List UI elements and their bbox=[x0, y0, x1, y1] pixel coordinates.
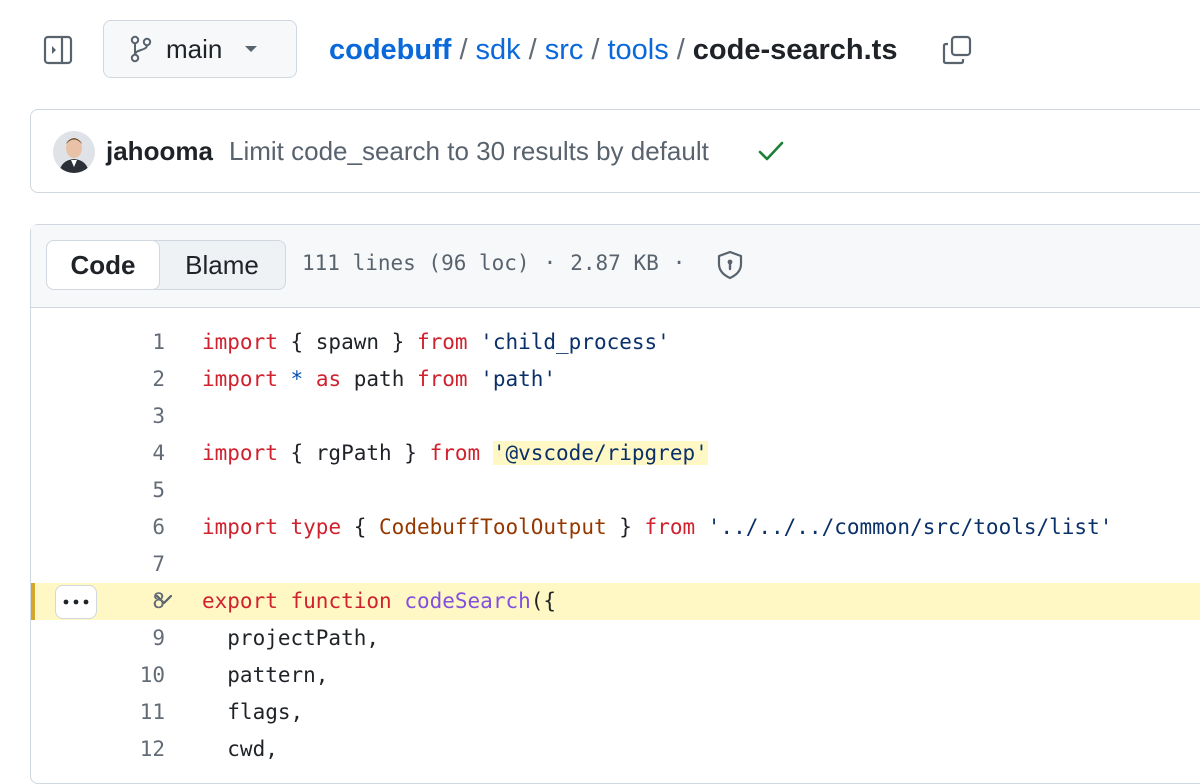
copy-icon bbox=[942, 35, 972, 65]
branch-selector-button[interactable]: main bbox=[103, 20, 297, 78]
code-line: 12 cwd, bbox=[31, 731, 1200, 768]
file-meta: 111 lines (96 loc) · 2.87 KB · bbox=[302, 251, 699, 275]
copy-path-button[interactable] bbox=[940, 33, 974, 67]
code-text: import type { CodebuffToolOutput } from … bbox=[202, 515, 1113, 539]
line-number[interactable]: 1 bbox=[91, 324, 165, 361]
code-line: 10 pattern, bbox=[31, 657, 1200, 694]
code-text: pattern, bbox=[202, 663, 329, 687]
meta-separator: · bbox=[543, 251, 557, 275]
kebab-horizontal-icon bbox=[63, 599, 89, 605]
branch-name: main bbox=[166, 33, 223, 64]
line-number[interactable]: 9 bbox=[91, 620, 165, 657]
line-number[interactable]: 8 bbox=[91, 583, 165, 620]
code-text: import { spawn } from 'child_process' bbox=[202, 330, 670, 354]
code-line: 3 bbox=[31, 398, 1200, 435]
sidebar-expand-icon bbox=[43, 35, 73, 65]
tab-blame[interactable]: Blame bbox=[159, 241, 285, 289]
code-text: flags, bbox=[202, 700, 304, 724]
sidebar-toggle-button[interactable] bbox=[40, 32, 76, 68]
code-text: projectPath, bbox=[202, 626, 380, 650]
breadcrumb-dir-sdk[interactable]: sdk bbox=[476, 34, 521, 67]
line-number[interactable]: 10 bbox=[91, 657, 165, 694]
check-icon[interactable] bbox=[758, 140, 784, 162]
chevron-down-icon bbox=[245, 46, 258, 52]
code-text: import { rgPath } from '@vscode/ripgrep' bbox=[202, 441, 708, 465]
git-branch-icon bbox=[130, 35, 152, 63]
breadcrumb-separator: / bbox=[459, 33, 468, 66]
code-line: 9 projectPath, bbox=[31, 620, 1200, 657]
code-text: cwd, bbox=[202, 737, 278, 761]
line-number[interactable]: 2 bbox=[91, 361, 165, 398]
tab-code[interactable]: Code bbox=[47, 241, 160, 289]
line-number[interactable]: 5 bbox=[91, 472, 165, 509]
code-line: 2 import * as path from 'path' bbox=[31, 361, 1200, 398]
code-line: 8 export function codeSearch({ bbox=[31, 583, 1200, 620]
code-line: 4 import { rgPath } from '@vscode/ripgrep… bbox=[31, 435, 1200, 472]
breadcrumb-repo-link[interactable]: codebuff bbox=[329, 34, 451, 67]
file-lines-info: 111 lines (96 loc) bbox=[302, 251, 530, 275]
line-number[interactable]: 7 bbox=[91, 546, 165, 583]
breadcrumb-dir-tools[interactable]: tools bbox=[607, 34, 668, 67]
file-size: 2.87 KB bbox=[570, 251, 659, 275]
breadcrumb-file-name: code-search.ts bbox=[692, 33, 898, 66]
shield-icon[interactable] bbox=[716, 250, 744, 280]
code-line: 6 import type { CodebuffToolOutput } from… bbox=[31, 509, 1200, 546]
line-number[interactable]: 12 bbox=[91, 731, 165, 768]
breadcrumb-dir-src[interactable]: src bbox=[545, 34, 584, 67]
code-line: 11 flags, bbox=[31, 694, 1200, 731]
breadcrumb-separator: / bbox=[528, 33, 537, 66]
line-number[interactable]: 11 bbox=[91, 694, 165, 731]
breadcrumb-separator: / bbox=[676, 33, 685, 66]
code-line: 1 import { spawn } from 'child_process' bbox=[31, 324, 1200, 361]
avatar[interactable] bbox=[53, 131, 95, 173]
view-mode-toggle: Code Blame bbox=[46, 240, 286, 290]
line-number[interactable]: 6 bbox=[91, 509, 165, 546]
breadcrumb-separator: / bbox=[591, 33, 600, 66]
code-line: 7 bbox=[31, 546, 1200, 583]
breadcrumb: codebuff / sdk / src / tools / code-sear… bbox=[329, 30, 897, 70]
commit-author-link[interactable]: jahooma bbox=[106, 136, 213, 167]
code-text: export function codeSearch({ bbox=[202, 589, 557, 613]
code-line: 5 bbox=[31, 472, 1200, 509]
meta-separator: · bbox=[672, 251, 686, 275]
line-number[interactable]: 3 bbox=[91, 398, 165, 435]
code-text: import * as path from 'path' bbox=[202, 367, 557, 391]
line-number[interactable]: 4 bbox=[91, 435, 165, 472]
commit-message-link[interactable]: Limit code_search to 30 results by defau… bbox=[229, 136, 709, 167]
